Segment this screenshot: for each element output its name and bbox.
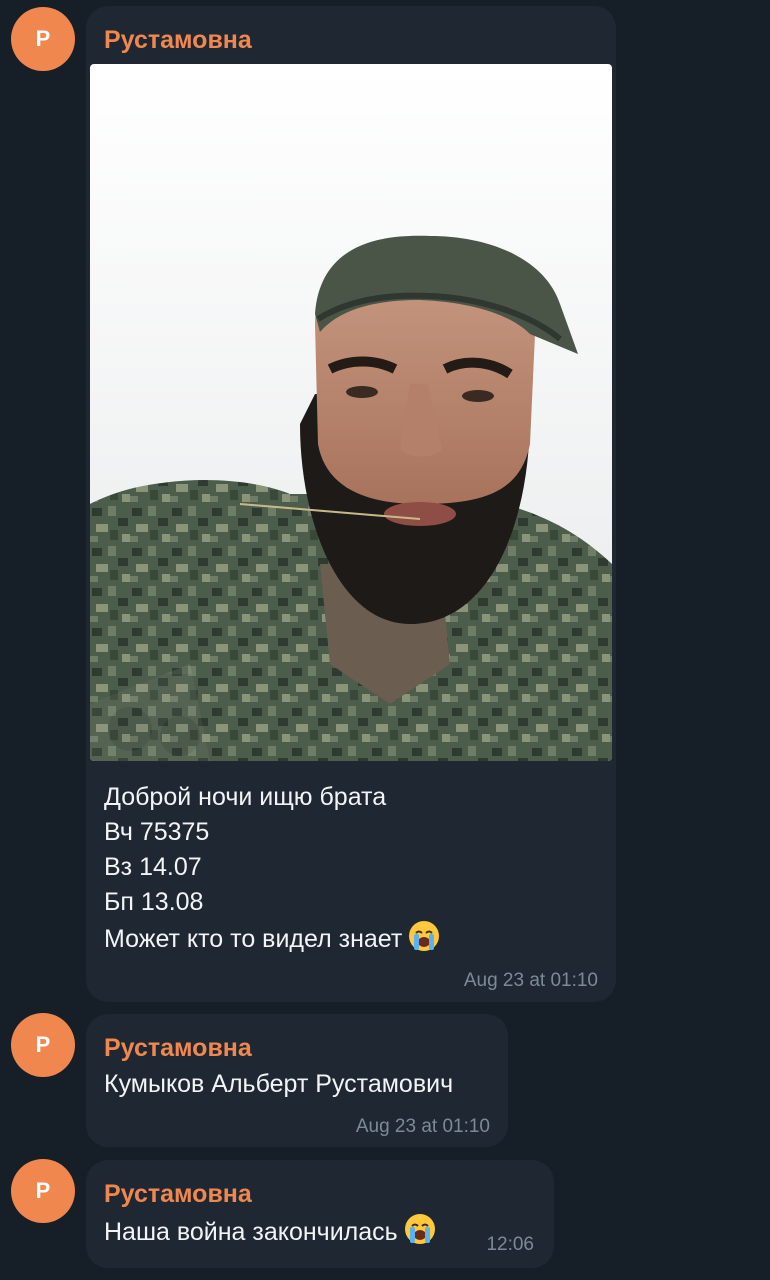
message-timestamp: Aug 23 at 01:10 — [355, 1116, 490, 1137]
message-timestamp: 12:06 — [486, 1234, 534, 1255]
message-line: Кумыков Альберт Рустамович — [104, 1070, 454, 1098]
message-line-last: Наша война закончилась — [104, 1213, 436, 1255]
message-text: Наша война закончилась — [104, 1213, 436, 1255]
crying-face-icon — [404, 1213, 436, 1255]
avatar-initial: P — [35, 1178, 51, 1203]
message-text: Доброй ночи ищю брата Вч 75375 Вз 14.07 … — [104, 780, 440, 962]
crying-face-icon — [408, 920, 440, 962]
message-bubble[interactable]: Рустамовна Доброй ночи ищю брата Вч 7537… — [86, 6, 616, 1002]
message-line: Вч 75375 — [104, 818, 210, 846]
message-bubble[interactable]: Рустамовна Наша война закончилась 12:06 — [86, 1160, 554, 1268]
message-bubble[interactable]: Рустамовна Кумыков Альберт Рустамович Au… — [86, 1014, 508, 1147]
sender-avatar[interactable]: P — [11, 1159, 75, 1223]
sender-name[interactable]: Рустамовна — [104, 1180, 252, 1209]
message-line-text: Наша война закончилась — [104, 1218, 398, 1246]
selfie-photo — [90, 64, 612, 761]
message-photo[interactable] — [90, 64, 612, 761]
message-line: Бп 13.08 — [104, 888, 204, 916]
message-line-text: Может кто то видел знает — [104, 925, 403, 953]
message-line: Доброй ночи ищю брата — [104, 783, 387, 811]
avatar-initial: P — [35, 1032, 51, 1057]
sender-name[interactable]: Рустамовна — [104, 1034, 252, 1063]
sender-avatar[interactable]: P — [11, 1013, 75, 1077]
message-line-last: Может кто то видел знает — [104, 920, 440, 962]
sender-name[interactable]: Рустамовна — [104, 26, 252, 55]
sender-avatar[interactable]: P — [11, 7, 75, 71]
avatar-initial: P — [35, 26, 51, 51]
message-text: Кумыков Альберт Рустамович — [104, 1067, 453, 1102]
message-line: Вз 14.07 — [104, 853, 202, 881]
message-timestamp: Aug 23 at 01:10 — [463, 970, 598, 991]
